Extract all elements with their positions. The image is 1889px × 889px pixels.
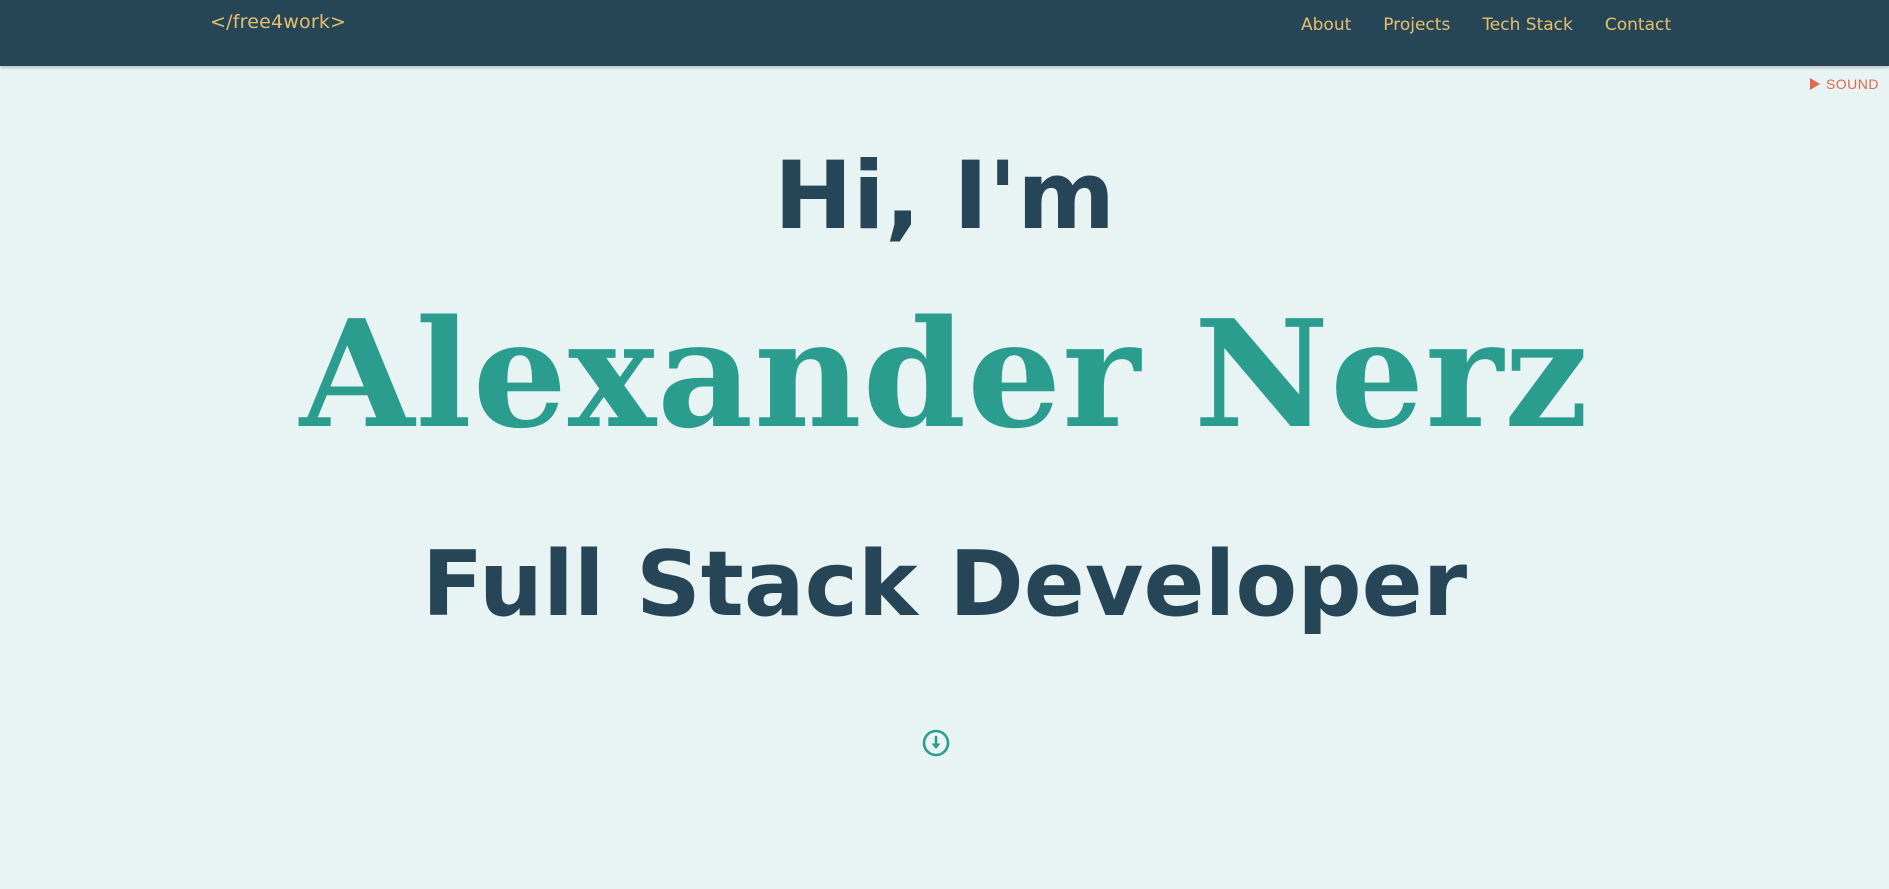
- sound-toggle-button[interactable]: SOUND: [1809, 76, 1879, 92]
- play-icon: [1809, 78, 1820, 90]
- hero-name: Alexander Nerz: [299, 287, 1590, 461]
- main-nav: About Projects Tech Stack Contact: [1301, 15, 1671, 35]
- site-logo[interactable]: </free4work>: [210, 11, 346, 33]
- nav-link-about[interactable]: About: [1301, 15, 1351, 35]
- arrow-down-circle-icon[interactable]: [922, 729, 950, 757]
- nav-link-contact[interactable]: Contact: [1605, 15, 1671, 35]
- top-navbar: </free4work> About Projects Tech Stack C…: [0, 0, 1889, 66]
- sound-label: SOUND: [1825, 76, 1879, 92]
- hero-greeting: Hi, I'm: [773, 142, 1116, 251]
- hero-role: Full Stack Developer: [421, 532, 1468, 637]
- nav-link-tech-stack[interactable]: Tech Stack: [1482, 15, 1573, 35]
- nav-link-projects[interactable]: Projects: [1383, 15, 1450, 35]
